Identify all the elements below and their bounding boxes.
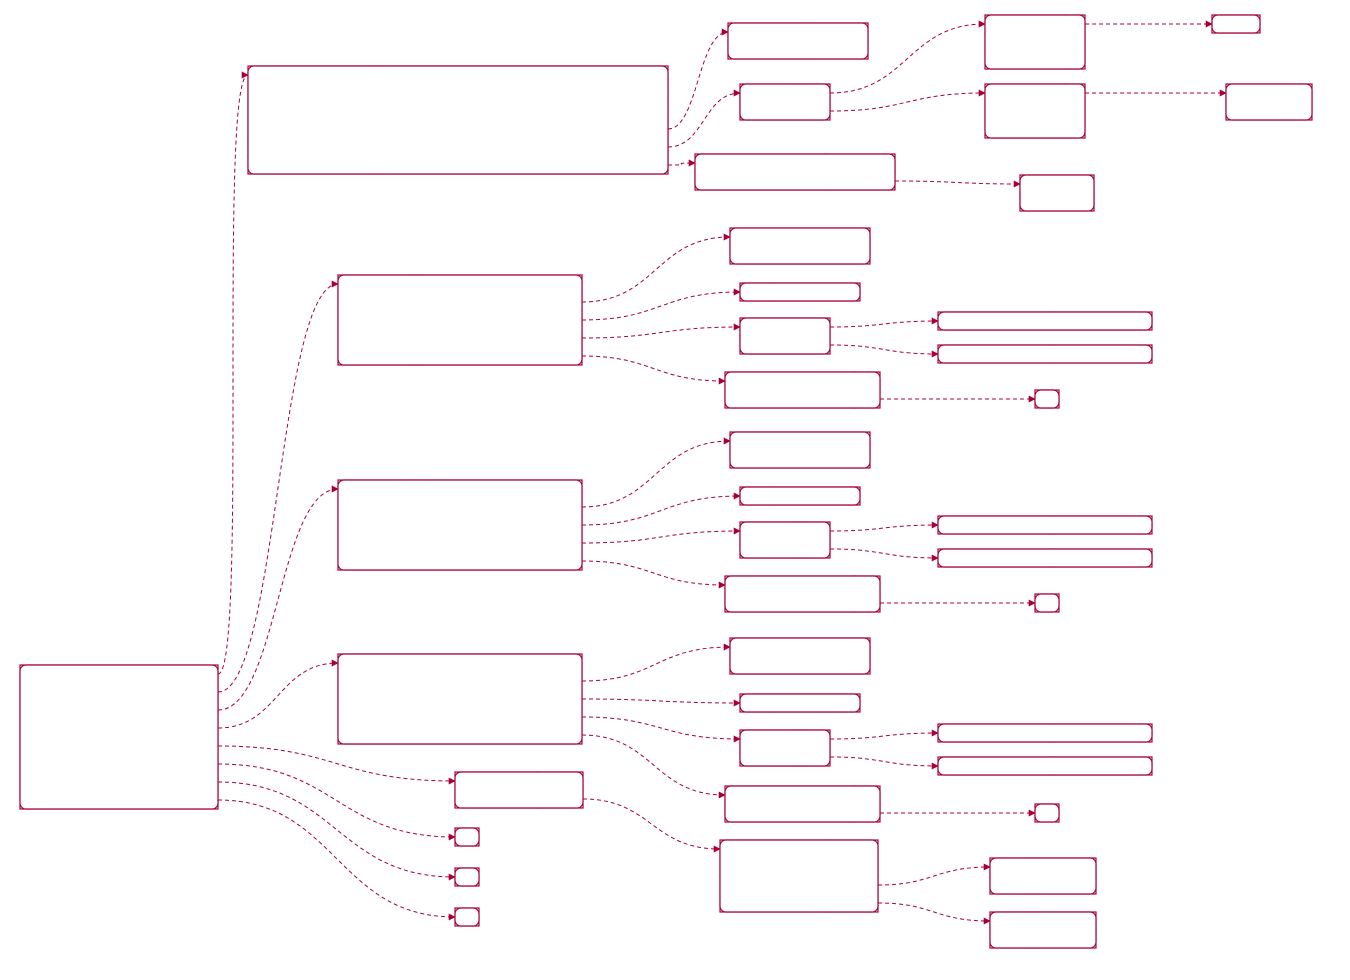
link-srv1-bmc1 <box>582 292 740 320</box>
box-bmc2: ip10.20.30.12 <box>740 487 860 505</box>
box-enc3 <box>455 908 479 926</box>
box-ifMgmtDef: eno1 <box>1212 15 1260 33</box>
box-data3: public_ip_addr172.20.30.103 <box>938 757 1152 775</box>
box-encDefault: typeRBODcontroller <box>455 772 583 808</box>
box-roles3: secondaryopenldap_master <box>730 638 870 674</box>
box-devs3 <box>1035 804 1059 822</box>
box-mgmt3: public_ip_addr10.20.30.103 <box>938 724 1152 742</box>
link-netDefault-netDataDef <box>830 93 985 111</box>
box-devs2 <box>1035 594 1059 612</box>
box-ifDataDef: enp175s0f0enp175s1f0 <box>1226 84 1312 120</box>
link-root-srvDefault <box>218 75 248 674</box>
box-bmc1: ip10.20.30.11 <box>740 283 860 301</box>
link-srv3-bmc3 <box>582 699 740 703</box>
box-srv1: hostnamesrvnode-1.localdomainrolesbmcnet… <box>338 275 582 365</box>
box-net3: mgmtdata <box>740 730 830 766</box>
link-root-enc3 <box>218 800 455 917</box>
box-srv2: hostnamesrvnode-2.localdomainrolesbmcnet… <box>338 480 582 570</box>
link-net1-mgmt1 <box>830 321 938 327</box>
link-root-srv3 <box>218 663 338 728</box>
link-root-enc1 <box>218 764 455 837</box>
box-stor2: metadata_devicedata_devices <box>725 576 880 612</box>
box-netMgmtDef: interfacesnetmaskgateway <box>985 15 1085 69</box>
link-encDefault-encCtrl <box>583 799 720 849</box>
link-srv2-bmc2 <box>582 496 740 525</box>
link-srv3-roles3 <box>582 647 730 681</box>
link-root-srv1 <box>218 284 338 692</box>
link-encCtrl-mcPrim <box>878 867 990 885</box>
link-root-enc2 <box>218 782 455 877</box>
box-stor3: metadata_devicedata_devices <box>725 786 880 822</box>
link-net3-mgmt3 <box>830 733 938 739</box>
box-bmc3: ip10.20.30.13 <box>740 694 860 712</box>
link-srvDefault-bmcDefault <box>668 32 728 129</box>
box-srvDefault: search_domainsdns_serverscluster_id14f53… <box>248 66 668 174</box>
config-diagram: srvnode-defaultsrvnode-1srvnode-2srvnode… <box>0 0 1350 980</box>
link-srvDefault-netDefault <box>668 93 740 147</box>
link-srvDefault-storDefault <box>668 163 695 165</box>
link-srv2-net2 <box>582 531 740 543</box>
box-devs1 <box>1035 390 1059 408</box>
box-enc1 <box>455 828 479 846</box>
box-netDefault: mgmtdata <box>740 84 830 120</box>
box-mgmt2: public_ip_addr10.20.30.102 <box>938 516 1152 534</box>
box-srv3: hostnamesrvnode-3.localdomainrolesbmcnet… <box>338 654 582 744</box>
box-devsDef: /dev/sdc/dev/sdd <box>1020 175 1094 211</box>
link-root-srv2 <box>218 489 338 710</box>
box-enc2 <box>455 868 479 886</box>
box-bmcDefault: useradminpassword <box>728 23 868 59</box>
link-net1-data1 <box>830 345 938 354</box>
link-srv1-net1 <box>582 327 740 338</box>
box-mcSec: ip10.0.0.3port80 <box>990 912 1096 948</box>
link-srv1-stor1 <box>582 356 725 381</box>
box-data1: public_ip_addr172.20.30.101 <box>938 345 1152 363</box>
link-storDefault-devsDef <box>895 181 1020 184</box>
link-net2-data2 <box>830 549 938 558</box>
link-srv2-stor2 <box>582 561 725 585</box>
link-srv3-net3 <box>582 717 740 739</box>
box-net2: mgmtdata <box>740 522 830 558</box>
link-net3-data3 <box>830 757 938 766</box>
box-encCtrl: useradminpasswordprimary_mcsecondary_mc <box>720 840 878 912</box>
box-mcPrim: ip10.0.0.2port80 <box>990 858 1096 894</box>
box-storDefault: metadata_device/dev/sdbdata_devices <box>695 154 895 190</box>
box-data2: public_ip_addr172.20.30.102 <box>938 549 1152 567</box>
box-root: srvnode-defaultsrvnode-1srvnode-2srvnode… <box>20 665 218 809</box>
link-net2-mgmt2 <box>830 525 938 531</box>
box-mgmt1: public_ip_addr10.20.30.101 <box>938 312 1152 330</box>
box-netDataDef: interfacesnetmaskgateway <box>985 84 1085 138</box>
link-root-encDefault <box>218 746 455 781</box>
link-srv1-roles1 <box>582 237 730 302</box>
link-srv3-stor3 <box>582 735 725 795</box>
box-roles2: secondaryopenldap_master <box>730 432 870 468</box>
link-srv2-roles2 <box>582 441 730 507</box>
box-stor1: metadata_devicedata_devices <box>725 372 880 408</box>
link-encCtrl-mcSec <box>878 903 990 921</box>
box-roles1: primaryopenldap_master <box>730 228 870 264</box>
box-net1: mgmtdata <box>740 318 830 354</box>
